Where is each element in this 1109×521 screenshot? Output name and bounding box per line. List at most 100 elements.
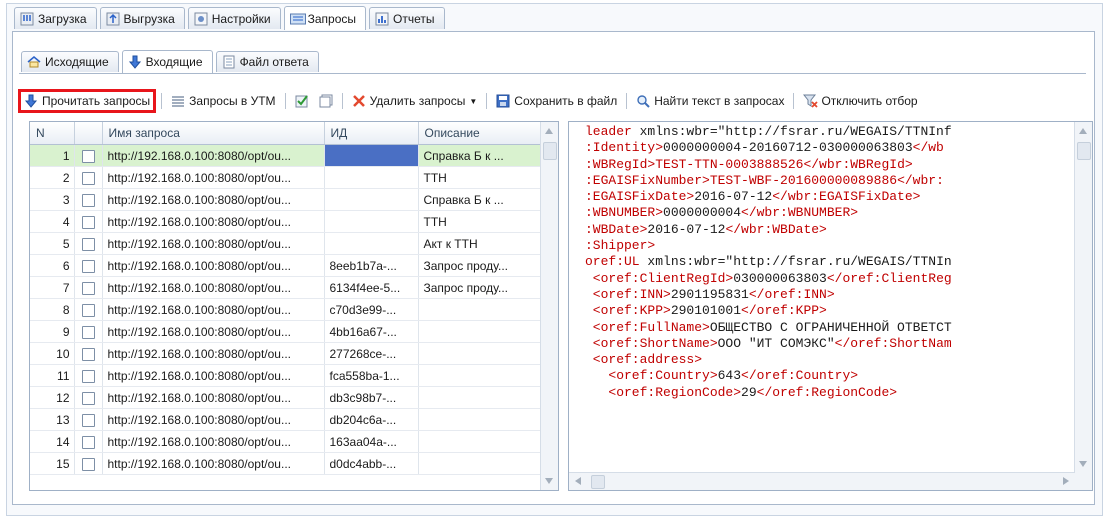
scroll-up-arrow-icon[interactable] — [1079, 128, 1087, 134]
read-requests-button[interactable]: Прочитать запросы — [18, 89, 157, 113]
request-name-cell[interactable]: http://192.168.0.100:8080/opt/ou... — [102, 408, 325, 431]
scroll-left-arrow-icon[interactable] — [575, 477, 581, 485]
request-id-cell[interactable] — [324, 144, 419, 167]
tab-nastroiki[interactable]: Настройки — [187, 7, 281, 29]
request-name-cell[interactable]: http://192.168.0.100:8080/opt/ou... — [102, 430, 325, 453]
row-checkbox[interactable] — [81, 369, 95, 383]
row-checkbox[interactable] — [81, 171, 95, 185]
request-description-cell[interactable]: ТТН — [418, 210, 543, 233]
disable-filter-button[interactable]: Отключить отбор — [799, 90, 921, 112]
request-id-cell[interactable]: 277268ce-... — [324, 342, 419, 365]
tab-incoming[interactable]: Входящие — [121, 50, 213, 73]
tab-vygruzka[interactable]: Выгрузка — [99, 7, 185, 29]
tab-otchety[interactable]: Отчеты — [369, 7, 445, 29]
request-name-cell[interactable]: http://192.168.0.100:8080/opt/ou... — [102, 232, 325, 255]
request-description-cell[interactable] — [418, 298, 543, 321]
request-id-cell[interactable]: fca558ba-1... — [324, 364, 419, 387]
xml-viewer[interactable]: leader xmlns:wbr="http://fsrar.ru/WEGAIS… — [568, 121, 1093, 491]
column-header-id[interactable]: ИД — [324, 122, 419, 145]
table-row[interactable]: 10 http://192.168.0.100:8080/opt/ou... 277… — [30, 342, 543, 365]
uncheck-all-button[interactable] — [315, 90, 337, 112]
delete-requests-button[interactable]: Удалить запросы ▼ — [348, 90, 482, 112]
table-row[interactable]: 13 http://192.168.0.100:8080/opt/ou... db2… — [30, 408, 543, 431]
table-row[interactable]: 3 http://192.168.0.100:8080/opt/ou... Спра… — [30, 188, 543, 211]
request-description-cell[interactable]: ТТН — [418, 166, 543, 189]
row-checkbox-cell[interactable] — [74, 188, 103, 211]
request-name-cell[interactable]: http://192.168.0.100:8080/opt/ou... — [102, 210, 325, 233]
row-checkbox[interactable] — [81, 193, 95, 207]
row-checkbox-cell[interactable] — [74, 254, 103, 277]
row-checkbox-cell[interactable] — [74, 342, 103, 365]
request-description-cell[interactable]: Справка Б к ... — [418, 144, 543, 167]
request-id-cell[interactable] — [324, 232, 419, 255]
request-id-cell[interactable]: d0dc4abb-... — [324, 452, 419, 475]
requests-utm-button[interactable]: Запросы в УТМ — [167, 90, 279, 112]
row-checkbox-cell[interactable] — [74, 210, 103, 233]
request-description-cell[interactable] — [418, 430, 543, 453]
column-header-description[interactable]: Описание — [418, 122, 543, 145]
request-name-cell[interactable]: http://192.168.0.100:8080/opt/ou... — [102, 276, 325, 299]
table-row[interactable]: 15 http://192.168.0.100:8080/opt/ou... d0d… — [30, 452, 543, 475]
request-id-cell[interactable]: c70d3e99-... — [324, 298, 419, 321]
request-id-cell[interactable]: 163aa04a-... — [324, 430, 419, 453]
request-id-cell[interactable]: 8eeb1b7a-... — [324, 254, 419, 277]
request-id-cell[interactable] — [324, 210, 419, 233]
table-vertical-scrollbar[interactable] — [540, 122, 558, 490]
request-description-cell[interactable] — [418, 408, 543, 431]
table-row[interactable]: 1 http://192.168.0.100:8080/opt/ou... Спра… — [30, 144, 543, 167]
table-row[interactable]: 12 http://192.168.0.100:8080/opt/ou... db3… — [30, 386, 543, 409]
scroll-thumb[interactable] — [591, 475, 605, 489]
column-header-checkbox[interactable] — [74, 122, 103, 145]
request-name-cell[interactable]: http://192.168.0.100:8080/opt/ou... — [102, 254, 325, 277]
row-checkbox[interactable] — [81, 391, 95, 405]
column-header-n[interactable]: N — [30, 122, 75, 145]
row-checkbox-cell[interactable] — [74, 320, 103, 343]
save-to-file-button[interactable]: Сохранить в файл — [492, 90, 621, 112]
row-checkbox[interactable] — [81, 413, 95, 427]
row-checkbox-cell[interactable] — [74, 408, 103, 431]
table-row[interactable]: 6 http://192.168.0.100:8080/opt/ou... 8eeb… — [30, 254, 543, 277]
column-header-name[interactable]: Имя запроса — [102, 122, 325, 145]
request-name-cell[interactable]: http://192.168.0.100:8080/opt/ou... — [102, 386, 325, 409]
row-checkbox[interactable] — [81, 435, 95, 449]
request-name-cell[interactable]: http://192.168.0.100:8080/opt/ou... — [102, 144, 325, 167]
request-description-cell[interactable] — [418, 386, 543, 409]
table-row[interactable]: 11 http://192.168.0.100:8080/opt/ou... fca… — [30, 364, 543, 387]
row-checkbox[interactable] — [81, 325, 95, 339]
row-checkbox[interactable] — [81, 303, 95, 317]
tab-zagruzka[interactable]: Загрузка — [14, 7, 97, 29]
row-checkbox-cell[interactable] — [74, 166, 103, 189]
request-name-cell[interactable]: http://192.168.0.100:8080/opt/ou... — [102, 320, 325, 343]
check-all-button[interactable] — [291, 90, 313, 112]
row-checkbox[interactable] — [81, 347, 95, 361]
row-checkbox[interactable] — [81, 237, 95, 251]
row-checkbox-cell[interactable] — [74, 276, 103, 299]
xml-vertical-scrollbar[interactable] — [1074, 122, 1092, 473]
request-id-cell[interactable]: 4bb16a67-... — [324, 320, 419, 343]
scroll-thumb[interactable] — [543, 142, 557, 160]
tab-zaprosy[interactable]: Запросы — [283, 6, 367, 30]
find-text-button[interactable]: Найти текст в запросах — [632, 90, 788, 112]
table-row[interactable]: 9 http://192.168.0.100:8080/opt/ou... 4bb1… — [30, 320, 543, 343]
request-name-cell[interactable]: http://192.168.0.100:8080/opt/ou... — [102, 364, 325, 387]
request-description-cell[interactable] — [418, 452, 543, 475]
row-checkbox[interactable] — [81, 215, 95, 229]
scroll-down-arrow-icon[interactable] — [545, 478, 553, 484]
request-name-cell[interactable]: http://192.168.0.100:8080/opt/ou... — [102, 342, 325, 365]
table-row[interactable]: 2 http://192.168.0.100:8080/opt/ou... ТТН — [30, 166, 543, 189]
tab-outgoing[interactable]: Исходящие — [21, 51, 119, 72]
request-description-cell[interactable]: Акт к ТТН — [418, 232, 543, 255]
row-checkbox-cell[interactable] — [74, 298, 103, 321]
scroll-thumb[interactable] — [1077, 142, 1091, 160]
row-checkbox-cell[interactable] — [74, 232, 103, 255]
xml-text[interactable]: leader xmlns:wbr="http://fsrar.ru/WEGAIS… — [585, 124, 1072, 401]
row-checkbox-cell[interactable] — [74, 386, 103, 409]
request-id-cell[interactable]: db3c98b7-... — [324, 386, 419, 409]
request-description-cell[interactable]: Запрос проду... — [418, 254, 543, 277]
row-checkbox-cell[interactable] — [74, 452, 103, 475]
request-name-cell[interactable]: http://192.168.0.100:8080/opt/ou... — [102, 452, 325, 475]
requests-table[interactable]: N Имя запроса ИД Описание 1 http://192.16… — [29, 121, 559, 491]
request-description-cell[interactable] — [418, 364, 543, 387]
row-checkbox[interactable] — [81, 259, 95, 273]
row-checkbox[interactable] — [81, 281, 95, 295]
